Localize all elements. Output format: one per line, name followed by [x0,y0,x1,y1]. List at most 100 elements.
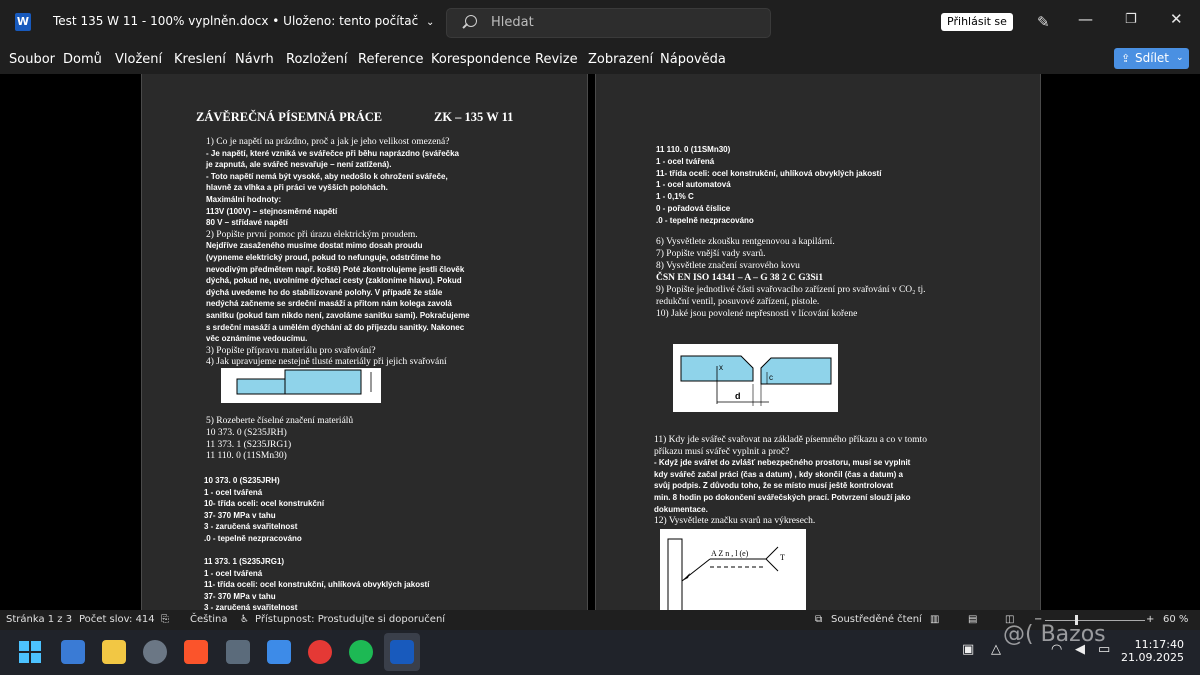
document-line: dýchá, pokud ne, uvolníme dýchací cesty … [206,276,462,286]
document-line: Nejdříve zasaženého musíme dostat mimo d… [206,241,423,251]
zoom-level[interactable]: 60 % [1163,614,1188,625]
chevron-down-icon[interactable]: ⌄ [1176,48,1184,69]
word-taskbar-icon[interactable] [390,640,414,664]
language[interactable]: Čeština [190,614,228,625]
document-line: nedýchá začneme se srdeční masáží a přit… [206,299,452,309]
document-line: svůj podpis. Z důvodu toho, že se místo … [654,481,894,491]
document-line: je zapnutá, ale svářeč nesvařuje – není … [206,160,392,170]
search-icon [465,15,477,27]
clock-date: 21.09.2025 [1121,651,1184,664]
document-line: 1 - ocel automatová [656,180,731,190]
document-line: věc oznámíme vedoucímu. [206,334,308,344]
document-line: 3 - zaručená svařitelnost [204,603,298,610]
windows-start-icon[interactable] [18,640,42,664]
share-button[interactable]: ⇪ Sdílet ⌄ [1114,48,1189,69]
document-line: (vypneme elektrický proud, pokud to nefu… [206,253,441,262]
document-line: dýchá uvedeme ho do stabilizované polohy… [206,287,443,297]
document-line: .0 - tepelně nezpracováno [204,534,302,543]
document-line: 11- třída oceli: ocel konstrukční, uhlík… [656,168,882,178]
document-page-2[interactable]: 11 110. 0 (11SMn30) 1 - ocel tvářená 11- … [595,74,1041,610]
tab-rozlozeni[interactable]: Rozložení [286,52,347,67]
document-line: 7) Popište vnější vady svarů. [656,249,766,259]
tab-revize[interactable]: Revize [535,52,578,67]
tab-reference[interactable]: Reference [358,52,423,67]
sign-in-button[interactable]: Přihlásit se [941,13,1013,31]
settings-icon[interactable] [143,640,167,664]
document-line: nevodivým předmětem např. koště) Poté zk… [206,264,465,274]
brave-browser-icon[interactable] [184,640,208,664]
zoom-slider[interactable] [1045,620,1145,621]
print-layout-icon[interactable]: ▤ [968,614,977,625]
document-canvas[interactable]: ZÁVĚREČNÁ PÍSEMNÁ PRÁCE ZK – 135 W 11 1)… [0,74,1200,610]
clock-time: 11:17:40 [1134,638,1184,651]
document-line: 10) Jaké jsou povolené nepřesnosti v líc… [656,309,858,319]
label-x: x [719,363,723,372]
notepad-icon[interactable] [267,640,291,664]
document-line: .0 - tepelně nezpracováno [656,215,754,225]
title-bar: W Test 135 W 11 - 100% vyplněn.docx • Ul… [0,0,1200,44]
focus-icon[interactable]: ⧉ [815,614,822,625]
tab-vlozeni[interactable]: Vložení [115,52,162,67]
tab-napoveda[interactable]: Nápověda [660,52,726,67]
document-line: 8) Vysvětlete značení svarového kovu [656,261,800,271]
watermark-logo: @( Bazos [1003,622,1106,647]
tab-korespondence[interactable]: Korespondence [431,52,531,67]
chevron-down-icon[interactable]: ⌄ [426,17,434,28]
document-line: 1) Co je napětí na prázdno, proč a jak j… [206,137,450,147]
calculator-icon[interactable] [226,640,250,664]
document-line: - Je napětí, které vzniká ve svářečce př… [206,148,460,158]
search-placeholder: Hledat [491,15,534,30]
document-line: kdy svářeč začal práci (čas a datum) , k… [654,469,904,479]
document-line: 10 373. 0 (S235JRH) [206,427,287,438]
document-line: 0 - pořadová číslice [656,204,731,213]
accessibility-status[interactable]: Přístupnost: Prostudujte si doporučení [255,614,445,625]
proofing-icon[interactable]: ⎘ [161,614,169,625]
tab-soubor[interactable]: Soubor [9,52,55,67]
tab-kresleni[interactable]: Kreslení [174,52,226,67]
page-heading-code: ZK – 135 W 11 [434,110,514,124]
clock[interactable]: 11:17:40 21.09.2025 [1120,638,1184,664]
document-line: min. 8 hodin po dokončení svářečských pr… [654,493,911,502]
tab-navrh[interactable]: Návrh [235,52,274,67]
document-title[interactable]: Test 135 W 11 - 100% vyplněn.docx • Ulož… [53,14,434,28]
tab-zobrazeni[interactable]: Zobrazení [588,52,653,67]
nvidia-icon[interactable]: ▣ [962,642,974,657]
word-count[interactable]: Počet slov: 414 [79,614,155,625]
thick-plate [284,369,362,395]
weld-symbol-diagram: A Z n , l (e) T [660,529,806,610]
document-line: redukční ventil, posuvové zařízení, pist… [656,297,820,307]
pen-icon[interactable]: ✎ [1037,13,1050,31]
tab-domu[interactable]: Domů [63,52,102,67]
media-app-icon[interactable] [308,640,332,664]
word-app-icon[interactable]: W [15,13,31,31]
spotify-icon[interactable] [349,640,373,664]
document-line: dokumentace. [654,504,708,514]
document-line: 80 V – střídavé napětí [206,218,288,228]
minimize-icon[interactable]: — [1078,10,1093,28]
focus-mode[interactable]: Soustředěné čtení [831,614,922,625]
document-line: 1 - ocel tvářená [204,487,263,497]
read-mode-icon[interactable]: ▥ [930,614,939,625]
document-line: 37- 370 MPa v tahu [204,510,276,520]
document-line: sanitku (pokud tam nikdo není, zavoláme … [206,311,470,320]
zoom-in-button[interactable]: + [1146,614,1154,625]
document-page-1[interactable]: ZÁVĚREČNÁ PÍSEMNÁ PRÁCE ZK – 135 W 11 1)… [141,74,588,610]
maximize-icon[interactable]: ❐ [1125,12,1137,27]
share-icon: ⇪ [1121,52,1131,65]
document-line: s srdeční masáží a umělém dýchání až do … [206,322,465,332]
photos-icon[interactable] [61,640,85,664]
document-line: 11 110. 0 (11SMn30) [656,145,731,154]
page-indicator[interactable]: Stránka 1 z 3 [6,614,72,625]
document-line: 12) Vysvětlete značku svarů na výkresech… [654,516,816,527]
file-explorer-icon[interactable] [102,640,126,664]
document-line: 1 - ocel tvářená [656,156,715,166]
document-line: 6) Vysvětlete zkoušku rentgenovou a kapi… [656,237,835,247]
accessibility-icon[interactable]: ♿ [240,614,249,625]
search-box[interactable]: Hledat [446,8,771,38]
document-line: příkazu musí svářeč vyplnit a proč? [654,446,790,457]
document-line: 10 373. 0 (S235JRH) [204,476,280,485]
drive-icon[interactable]: △ [991,642,1001,657]
document-line: 3 - zaručená svařitelnost [204,522,298,532]
close-icon[interactable]: ✕ [1170,10,1183,28]
document-line: 2) Popište první pomoc při úrazu elektri… [206,229,418,240]
